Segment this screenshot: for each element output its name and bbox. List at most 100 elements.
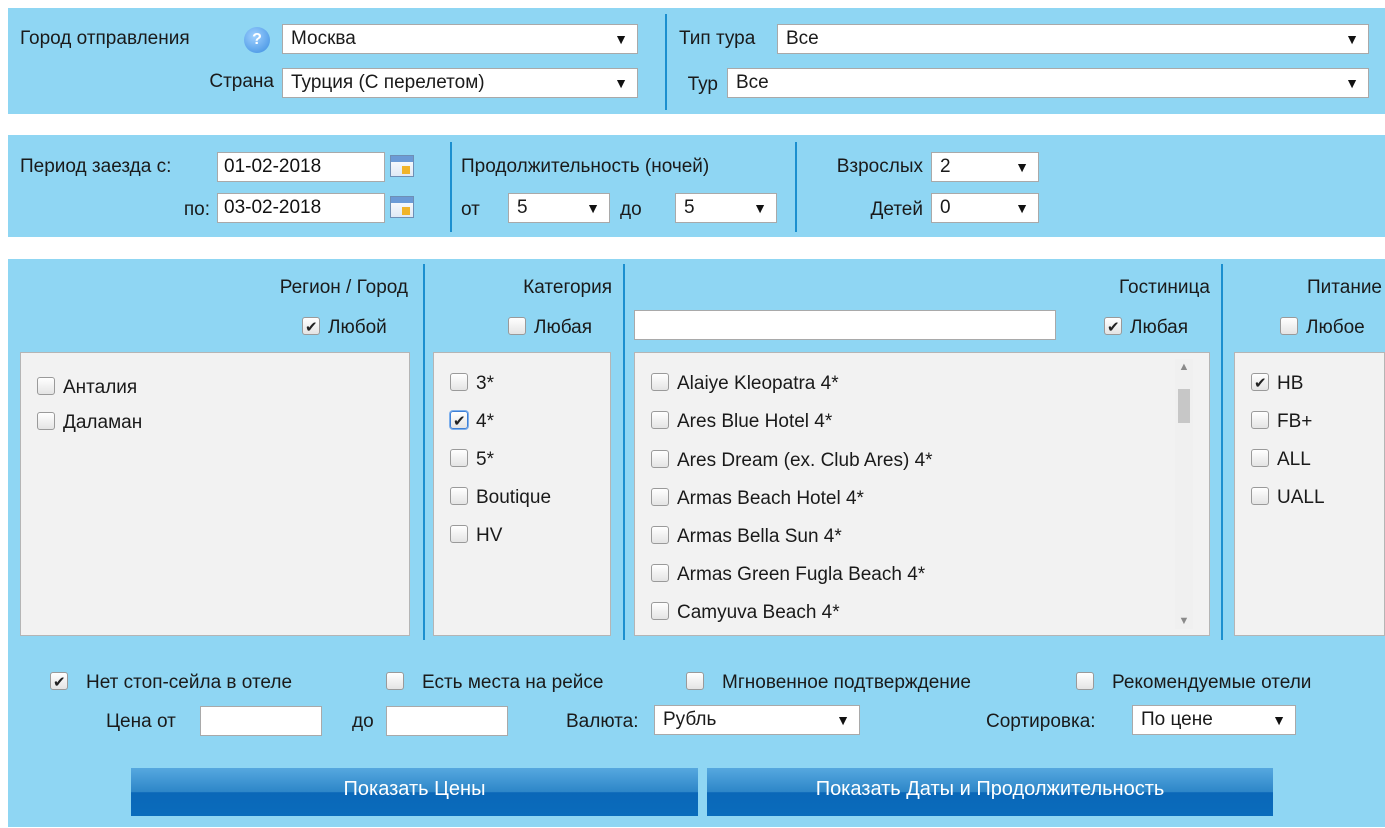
no-stop-sale-checkbox[interactable]: Нет стоп-сейла в отеле bbox=[50, 670, 292, 696]
list-item-label: Armas Beach Hotel 4* bbox=[677, 488, 864, 509]
checkbox-icon[interactable] bbox=[651, 373, 669, 391]
city-select[interactable]: Москва ▼ bbox=[282, 24, 638, 54]
checkbox-icon[interactable] bbox=[302, 315, 320, 341]
category-list[interactable]: 3* 4* 5* Boutique HV bbox=[433, 352, 611, 636]
recommended-checkbox[interactable]: Рекомендуемые отели bbox=[1076, 670, 1311, 696]
currency-select[interactable]: Рубль ▼ bbox=[654, 705, 860, 735]
duration-to-select[interactable]: 5 ▼ bbox=[675, 193, 777, 223]
list-item-label: Camyuva Beach 4* bbox=[677, 602, 840, 623]
checkbox-icon[interactable] bbox=[508, 317, 526, 335]
region-any-checkbox[interactable]: Любой bbox=[302, 315, 387, 341]
checkbox-icon[interactable] bbox=[450, 525, 468, 543]
list-item[interactable]: Camyuva Beach 4* bbox=[651, 600, 840, 626]
category-item-3[interactable]: 3* bbox=[450, 371, 494, 397]
list-item[interactable]: Ares Blue Hotel 4* bbox=[651, 409, 832, 435]
hotel-header: Гостиница bbox=[1119, 277, 1210, 298]
list-item[interactable]: Ares Dream (ex. Club Ares) 4* bbox=[651, 448, 933, 474]
checkbox-icon[interactable] bbox=[651, 526, 669, 544]
tour-type-select[interactable]: Все ▼ bbox=[777, 24, 1369, 54]
tour-select[interactable]: Все ▼ bbox=[727, 68, 1369, 98]
price-to-input[interactable] bbox=[386, 706, 508, 736]
period-from-input[interactable] bbox=[217, 152, 385, 182]
meal-item-all[interactable]: ALL bbox=[1251, 447, 1311, 473]
seats-on-flight-checkbox[interactable]: Есть места на рейсе bbox=[386, 670, 603, 696]
show-dates-button[interactable]: Показать Даты и Продолжительность bbox=[707, 768, 1273, 816]
hotel-any-label: Любая bbox=[1130, 317, 1189, 338]
price-from-input[interactable] bbox=[200, 706, 322, 736]
children-select[interactable]: 0 ▼ bbox=[931, 193, 1039, 223]
calendar-icon[interactable] bbox=[390, 196, 414, 218]
country-select[interactable]: Турция (С перелетом) ▼ bbox=[282, 68, 638, 98]
checkbox-icon[interactable] bbox=[386, 672, 404, 690]
category-header: Категория bbox=[523, 277, 612, 298]
tour-type-label: Тип тура bbox=[679, 28, 756, 49]
hotel-any-checkbox[interactable]: Любая bbox=[1104, 315, 1188, 341]
period-to-input[interactable] bbox=[217, 193, 385, 223]
checkbox-icon[interactable] bbox=[1251, 371, 1269, 397]
calendar-icon[interactable] bbox=[390, 155, 414, 177]
checkbox-icon[interactable] bbox=[1251, 449, 1269, 467]
checkbox-icon[interactable] bbox=[651, 564, 669, 582]
checkbox-icon[interactable] bbox=[686, 672, 704, 690]
chevron-down-icon: ▼ bbox=[1345, 31, 1359, 47]
chevron-down-icon: ▼ bbox=[1272, 712, 1286, 728]
meal-any-checkbox[interactable]: Любое bbox=[1280, 315, 1365, 341]
meal-item-hb[interactable]: HB bbox=[1251, 371, 1303, 397]
checkbox-icon[interactable] bbox=[450, 449, 468, 467]
chevron-down-icon: ▼ bbox=[1015, 200, 1029, 216]
sort-label: Сортировка: bbox=[986, 711, 1096, 732]
checkbox-icon[interactable] bbox=[450, 373, 468, 391]
checkbox-icon[interactable] bbox=[651, 450, 669, 468]
panel-divider bbox=[423, 264, 425, 640]
hotel-list-scrollbar[interactable]: ▲ ▼ bbox=[1175, 359, 1193, 629]
category-any-checkbox[interactable]: Любая bbox=[508, 315, 592, 341]
checkbox-icon[interactable] bbox=[1104, 315, 1122, 341]
scroll-up-icon[interactable]: ▲ bbox=[1175, 361, 1193, 373]
checkbox-icon[interactable] bbox=[1251, 487, 1269, 505]
checkbox-icon[interactable] bbox=[50, 670, 68, 696]
hotel-search-input[interactable] bbox=[634, 310, 1056, 340]
list-item[interactable]: Alaiye Kleopatra 4* bbox=[651, 371, 839, 397]
region-list[interactable]: Анталия Даламан bbox=[20, 352, 410, 636]
panel-divider bbox=[795, 142, 797, 232]
adults-select[interactable]: 2 ▼ bbox=[931, 152, 1039, 182]
checkbox-icon[interactable] bbox=[37, 377, 55, 395]
currency-label: Валюта: bbox=[566, 711, 639, 732]
chevron-down-icon: ▼ bbox=[614, 75, 628, 91]
meal-item-fb[interactable]: FB+ bbox=[1251, 409, 1312, 435]
instant-confirm-checkbox[interactable]: Мгновенное подтверждение bbox=[686, 670, 971, 696]
duration-from-select[interactable]: 5 ▼ bbox=[508, 193, 610, 223]
scrollbar-thumb[interactable] bbox=[1178, 389, 1190, 423]
list-item-label: 5* bbox=[476, 449, 494, 470]
meal-list[interactable]: HB FB+ ALL UALL bbox=[1234, 352, 1385, 636]
list-item-label: 4* bbox=[476, 411, 494, 432]
scroll-down-icon[interactable]: ▼ bbox=[1175, 615, 1193, 627]
list-item[interactable]: Armas Beach Hotel 4* bbox=[651, 486, 864, 512]
checkbox-icon[interactable] bbox=[651, 411, 669, 429]
show-prices-button[interactable]: Показать Цены bbox=[131, 768, 698, 816]
checkbox-icon[interactable] bbox=[1251, 411, 1269, 429]
checkbox-icon[interactable] bbox=[651, 488, 669, 506]
category-item-boutique[interactable]: Boutique bbox=[450, 485, 551, 511]
checkbox-icon[interactable] bbox=[1280, 317, 1298, 335]
region-item-dalaman[interactable]: Даламан bbox=[37, 410, 142, 436]
help-icon[interactable]: ? bbox=[244, 27, 270, 53]
list-item-label: Alaiye Kleopatra 4* bbox=[677, 373, 839, 394]
list-item[interactable]: Armas Green Fugla Beach 4* bbox=[651, 562, 925, 588]
region-item-antalya[interactable]: Анталия bbox=[37, 375, 137, 401]
category-item-hv[interactable]: HV bbox=[450, 523, 502, 549]
adults-label: Взрослых bbox=[836, 156, 923, 177]
checkbox-icon[interactable] bbox=[651, 602, 669, 620]
hotel-list[interactable]: Alaiye Kleopatra 4* Ares Blue Hotel 4* A… bbox=[634, 352, 1210, 636]
meal-item-uall[interactable]: UALL bbox=[1251, 485, 1325, 511]
chevron-down-icon: ▼ bbox=[836, 712, 850, 728]
category-item-4[interactable]: 4* bbox=[450, 409, 494, 435]
list-item[interactable]: Armas Bella Sun 4* bbox=[651, 524, 842, 550]
checkbox-icon[interactable] bbox=[450, 487, 468, 505]
sort-value: По цене bbox=[1141, 709, 1213, 730]
checkbox-icon[interactable] bbox=[37, 412, 55, 430]
sort-select[interactable]: По цене ▼ bbox=[1132, 705, 1296, 735]
category-item-5[interactable]: 5* bbox=[450, 447, 494, 473]
checkbox-icon[interactable] bbox=[450, 409, 468, 435]
checkbox-icon[interactable] bbox=[1076, 672, 1094, 690]
